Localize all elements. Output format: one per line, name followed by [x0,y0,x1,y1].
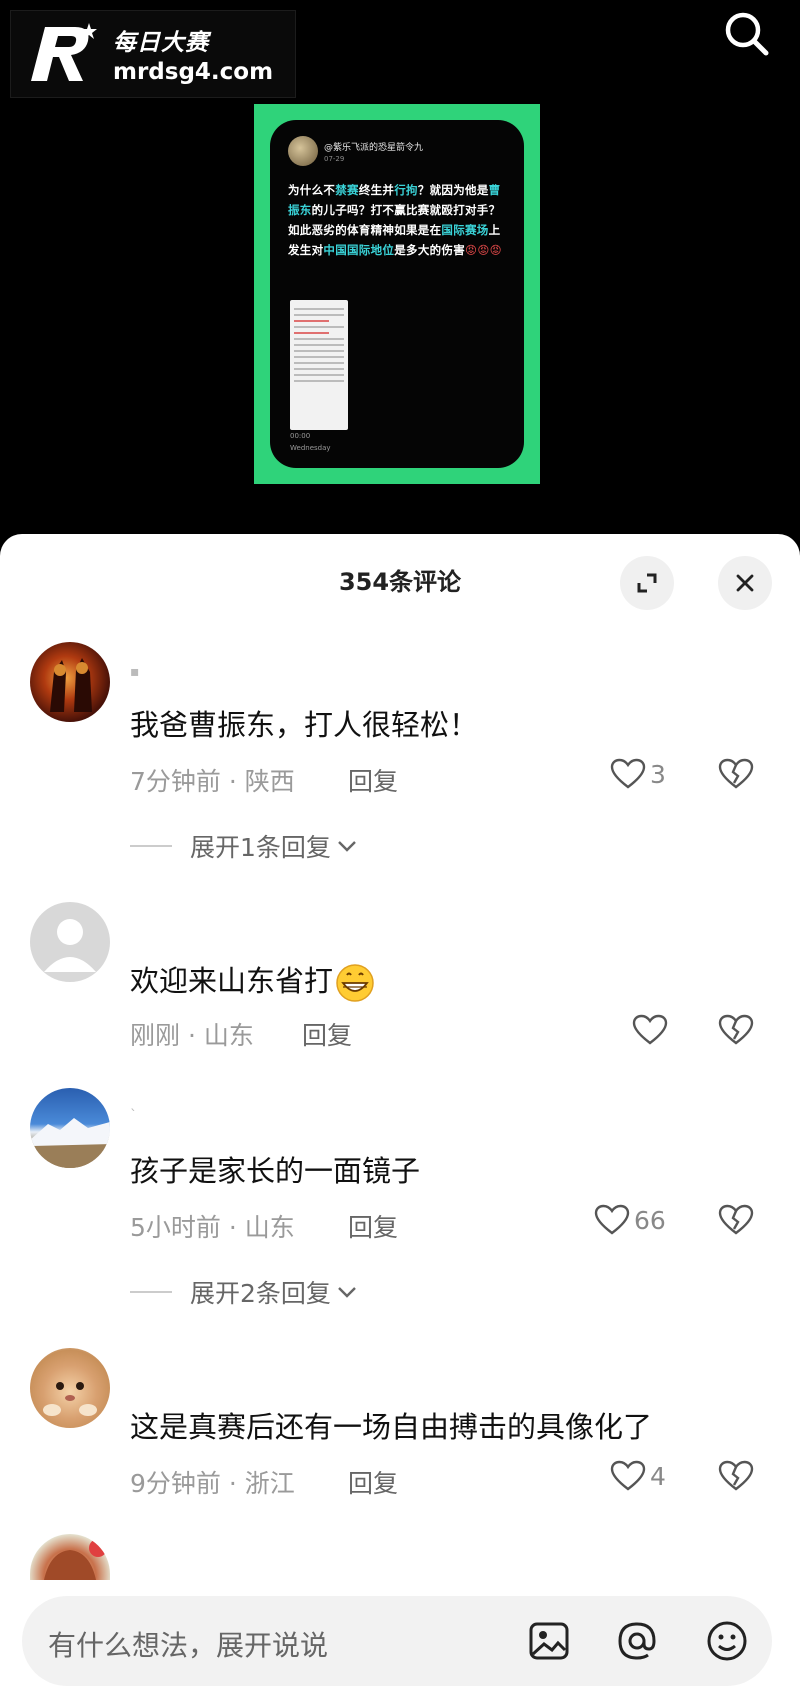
broken-heart-icon [718,1460,754,1491]
comment-input[interactable]: 有什么想法，展开说说 [22,1596,772,1686]
broken-heart-icon [718,1204,754,1235]
embedded-screenshot [290,300,348,430]
avatar[interactable] [30,1088,110,1168]
post-text-part: 行拘 [394,183,418,197]
dislike-button[interactable] [718,1460,754,1496]
post-date: 07-29 [324,154,345,163]
post-text-part: 禁赛 [335,183,359,197]
post-day: Wednesday [290,444,331,452]
avatar[interactable] [30,1348,110,1428]
heart-icon [610,758,646,789]
like-button[interactable]: 4 [610,1460,666,1492]
comment-text: 孩子是家长的一面镜子 [130,1154,421,1188]
comment-meta: 5小时前 · 山东 [130,1213,295,1242]
expand-replies-button[interactable]: 展开2条回复 [130,1274,357,1310]
chevron-down-icon [338,1287,356,1298]
post-text-part: 终生并 [358,183,395,197]
reply-button[interactable]: 回复 [302,1016,352,1052]
close-icon [736,574,754,592]
comment-meta: 7分钟前 · 陕西 [130,767,295,796]
like-count: 66 [634,1205,666,1235]
post-username: @紫乐飞派的恐星箭令九 [324,142,424,153]
grin-emoji-icon [336,964,374,1002]
like-button[interactable]: 66 [594,1204,666,1236]
post-card: @紫乐飞派的恐星箭令九 07-29 为什么不禁赛终生并行拘？就因为他是曹振东的儿… [270,120,524,468]
expand-replies-label: 展开2条回复 [190,1279,331,1308]
comment-input-placeholder: 有什么想法，展开说说 [48,1629,329,1662]
post-text-part: ？就因为他是 [417,183,489,197]
watermark-domain: mrdsg4.com [113,59,274,85]
dislike-button[interactable] [718,1014,754,1050]
screen: 每日大赛 mrdsg4.com @紫乐飞派的恐星箭令九 07-29 为什么不禁赛… [0,0,800,1704]
broken-heart-icon [718,758,754,789]
heart-icon [610,1460,646,1491]
heart-icon [632,1014,668,1045]
broken-heart-icon [718,1014,754,1045]
sheet-header: 354条评论 [0,534,800,620]
post-text-part: 😡😡😡 [465,243,502,257]
expand-icon [637,573,657,593]
expand-replies-label: 展开1条回复 [190,833,331,862]
video-player[interactable]: 每日大赛 mrdsg4.com @紫乐飞派的恐星箭令九 07-29 为什么不禁赛… [0,0,800,560]
watermark-brand: 每日大赛 [113,30,209,56]
post-avatar [288,136,318,166]
chevron-down-icon [338,841,356,852]
comment-text: 欢迎来山东省打 [130,958,375,1003]
expand-replies-button[interactable]: 展开1条回复 [130,828,357,864]
comment-text: 我爸曹振东，打人很轻松！ [130,708,479,742]
avatar[interactable] [30,902,110,982]
post-text-part: 是多大的伤害 [394,243,466,257]
image-icon[interactable] [524,1616,574,1666]
post-text-part: 国际赛场 [441,223,489,237]
emoji-icon[interactable] [702,1616,752,1666]
heart-icon [594,1204,630,1235]
reply-button[interactable]: 回复 [348,762,398,798]
comment-count-title: 354条评论 [338,568,462,596]
bottom-strip [0,1692,800,1704]
expand-button[interactable] [620,556,674,610]
watermark: 每日大赛 mrdsg4.com [10,10,296,98]
post-text: 为什么不禁赛终生并行拘？就因为他是曹振东的儿子吗？打不赢比赛就殴打对手？如此恶劣… [288,180,506,260]
like-count: 4 [650,1461,666,1491]
like-button[interactable]: 3 [610,758,666,790]
like-count: 3 [650,759,666,789]
reply-button[interactable]: 回复 [348,1464,398,1500]
comment-text: 这是真赛后还有一场自由搏击的具像化了 [130,1410,653,1444]
dislike-button[interactable] [718,758,754,794]
brand-logo-icon [25,19,103,89]
post-text-part: 中国国际地位 [323,243,395,257]
post-time: 00:00 [290,432,311,440]
comment-username[interactable]: ˋ [130,1108,137,1124]
comment-meta: 刚刚 · 山东 [130,1021,254,1050]
reply-button[interactable]: 回复 [348,1208,398,1244]
close-button[interactable] [718,556,772,610]
comment-username[interactable]: ▪ [130,664,140,680]
comment-meta: 9分钟前 · 浙江 [130,1469,295,1498]
post-screenshot: @紫乐飞派的恐星箭令九 07-29 为什么不禁赛终生并行拘？就因为他是曹振东的儿… [254,104,540,484]
post-text-part: 为什么不 [288,183,336,197]
search-icon[interactable] [718,6,776,64]
at-icon[interactable] [612,1616,662,1666]
like-button[interactable] [632,1014,668,1046]
avatar[interactable] [30,642,110,722]
dislike-button[interactable] [718,1204,754,1240]
